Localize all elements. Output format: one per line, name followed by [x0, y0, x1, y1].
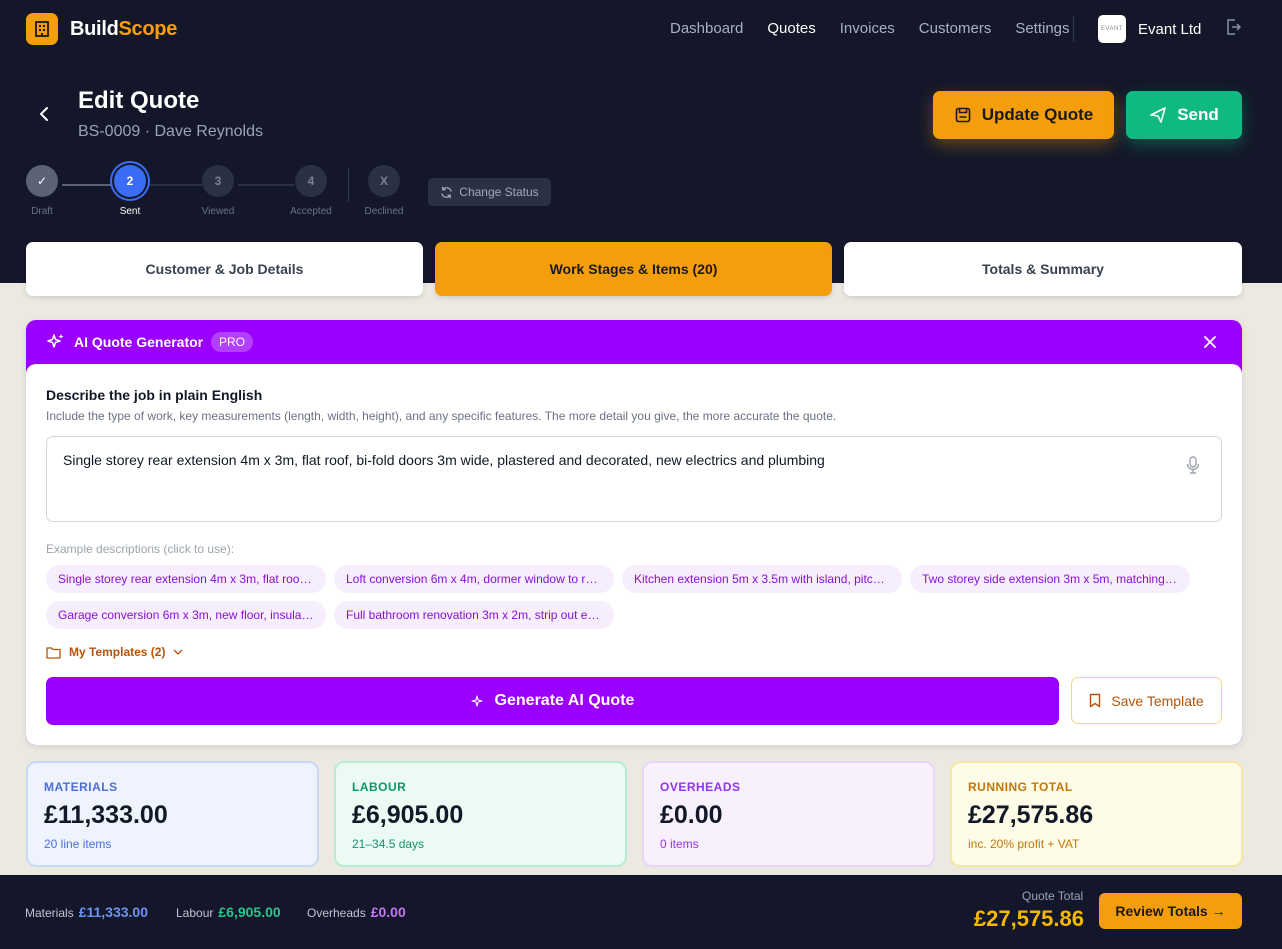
footer-labour: Labour £6,905.00: [176, 904, 281, 920]
job-description-input[interactable]: Single storey rear extension 4m x 3m, fl…: [46, 436, 1222, 522]
sparkle-icon: [470, 695, 483, 707]
nav-invoices[interactable]: Invoices: [840, 20, 895, 37]
step-dot: 4: [295, 165, 327, 197]
card-value: £27,575.86: [968, 801, 1094, 829]
example-chip[interactable]: Full bathroom renovation 3m x 2m, strip …: [334, 601, 614, 629]
examples-label: Example descriptions (click to use):: [46, 542, 235, 556]
step-draft[interactable]: ✓ Draft: [12, 165, 72, 217]
step-sent[interactable]: 2 Sent: [100, 165, 160, 217]
update-quote-button[interactable]: Update Quote: [933, 91, 1114, 139]
ai-quote-generator-panel: AI Quote Generator PRO Describe the job …: [26, 320, 1242, 745]
footer-overheads-value: £0.00: [370, 904, 406, 920]
refresh-icon: [441, 186, 453, 198]
building-icon: [26, 13, 58, 45]
bookmark-icon: [1090, 693, 1101, 708]
card-value: £0.00: [660, 801, 723, 829]
example-chip[interactable]: Two storey side extension 3m x 5m, match…: [910, 565, 1190, 593]
ai-help-text: Include the type of work, key measuremen…: [46, 409, 837, 423]
card-value: £11,333.00: [44, 801, 168, 829]
tab-totals-summary[interactable]: Totals & Summary: [844, 242, 1242, 296]
nav-settings[interactable]: Settings: [1015, 20, 1069, 37]
card-subtext: inc. 20% profit + VAT: [968, 837, 1080, 851]
overheads-card: OVERHEADS £0.00 0 items: [642, 761, 935, 867]
step-label: Draft: [31, 206, 53, 217]
company-logo: EVANT: [1098, 15, 1126, 43]
step-label: Accepted: [290, 206, 332, 217]
back-arrow-icon[interactable]: [34, 104, 54, 129]
ai-panel-body: Describe the job in plain English Includ…: [26, 364, 1242, 745]
brand-logo[interactable]: BuildScope: [26, 13, 177, 45]
step-dot: ✓: [26, 165, 58, 197]
send-icon: [1150, 107, 1167, 123]
example-chip[interactable]: Loft conversion 6m x 4m, dormer window t…: [334, 565, 614, 593]
header-area: BuildScope Dashboard Quotes Invoices Cus…: [0, 0, 1282, 283]
generate-ai-quote-button[interactable]: Generate AI Quote: [46, 677, 1059, 725]
company-switcher[interactable]: EVANT Evant Ltd: [1098, 15, 1201, 43]
card-subtext: 0 items: [660, 837, 699, 851]
labour-card: LABOUR £6,905.00 21–34.5 days: [334, 761, 627, 867]
ai-panel-header: AI Quote Generator PRO: [26, 320, 1242, 364]
step-dot: 2: [114, 165, 146, 197]
footer-materials: Materials £11,333.00: [25, 904, 148, 920]
review-totals-button[interactable]: Review Totals →: [1099, 893, 1242, 929]
job-description-value: Single storey rear extension 4m x 3m, fl…: [63, 452, 825, 468]
card-value: £6,905.00: [352, 801, 464, 829]
nav-customers[interactable]: Customers: [919, 20, 992, 37]
card-subtext: 20 line items: [44, 837, 112, 851]
step-label: Viewed: [201, 206, 235, 217]
card-subtext: 21–34.5 days: [352, 837, 425, 851]
nav-quotes[interactable]: Quotes: [767, 20, 815, 37]
microphone-icon[interactable]: [1185, 455, 1201, 478]
card-title: RUNNING TOTAL: [968, 780, 1073, 794]
step-label: Declined: [364, 206, 404, 217]
card-title: OVERHEADS: [660, 780, 741, 794]
step-declined[interactable]: X Declined: [354, 165, 414, 217]
step-dot: X: [368, 165, 400, 197]
save-template-button[interactable]: Save Template: [1071, 677, 1222, 724]
send-button[interactable]: Send: [1126, 91, 1242, 139]
sparkles-icon: [46, 332, 66, 357]
page-title: Edit Quote: [78, 87, 200, 114]
change-status-button[interactable]: Change Status: [428, 178, 551, 206]
stepper-divider: [348, 168, 349, 202]
nav-dashboard[interactable]: Dashboard: [670, 20, 743, 37]
example-chip[interactable]: Kitchen extension 5m x 3.5m with island,…: [622, 565, 902, 593]
footer-materials-value: £11,333.00: [78, 904, 148, 920]
pro-badge: PRO: [211, 332, 254, 352]
step-dot: 3: [202, 165, 234, 197]
example-chip[interactable]: Single storey rear extension 4m x 3m, fl…: [46, 565, 326, 593]
my-templates-toggle[interactable]: My Templates (2): [46, 645, 183, 659]
nav-divider: [1073, 16, 1074, 42]
page-subtitle: BS-0009 · Dave Reynolds: [78, 123, 263, 140]
example-chip[interactable]: Garage conversion 6m x 3m, new floor, in…: [46, 601, 326, 629]
brand-name: BuildScope: [70, 17, 178, 40]
top-nav: BuildScope Dashboard Quotes Invoices Cus…: [0, 0, 1282, 58]
logout-icon[interactable]: [1224, 18, 1242, 41]
card-title: MATERIALS: [44, 780, 118, 794]
close-icon[interactable]: [1202, 334, 1218, 355]
tab-work-stages-items[interactable]: Work Stages & Items (20): [435, 242, 832, 296]
folder-icon: [46, 646, 61, 659]
quote-total-value: £27,575.86: [973, 906, 1084, 931]
ai-heading: Describe the job in plain English: [46, 387, 263, 403]
chevron-down-icon: [174, 649, 183, 655]
card-title: LABOUR: [352, 780, 407, 794]
nav-links: Dashboard Quotes Invoices Customers Sett…: [670, 20, 1070, 37]
save-icon: [955, 107, 971, 123]
step-label: Sent: [119, 206, 141, 217]
company-name: Evant Ltd: [1138, 20, 1202, 38]
tab-customer-job-details[interactable]: Customer & Job Details: [26, 242, 423, 296]
materials-card: MATERIALS £11,333.00 20 line items: [26, 761, 319, 867]
running-total-card: RUNNING TOTAL £27,575.86 inc. 20% profit…: [950, 761, 1243, 867]
step-viewed[interactable]: 3 Viewed: [188, 165, 248, 217]
footer-totals-bar: Materials £11,333.00 Labour £6,905.00 Over…: [0, 875, 1282, 949]
quote-total-label: Quote Total: [1022, 889, 1084, 903]
footer-overheads: Overheads £0.00: [307, 904, 406, 920]
footer-labour-value: £6,905.00: [218, 904, 281, 920]
ai-panel-title: AI Quote Generator: [74, 334, 204, 350]
step-accepted[interactable]: 4 Accepted: [281, 165, 341, 217]
